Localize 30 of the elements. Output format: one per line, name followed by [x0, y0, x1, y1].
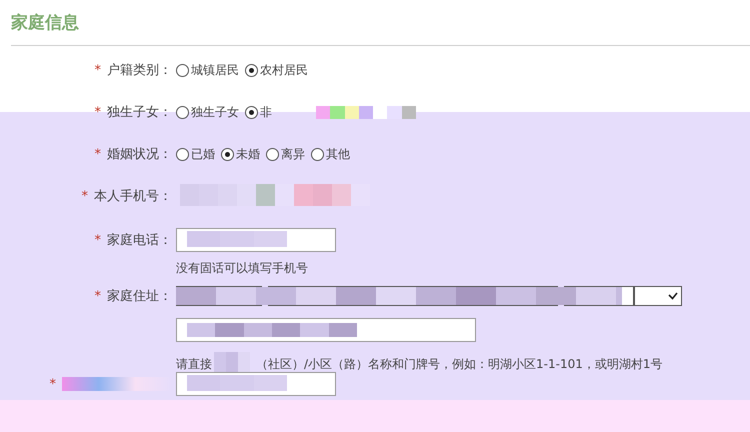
field-label: 家庭电话： — [107, 232, 172, 249]
caret-icon — [668, 292, 678, 300]
hint-text: 没有固话可以填写手机号 — [176, 260, 309, 277]
input-field[interactable] — [176, 372, 336, 396]
required-mark: * — [94, 146, 101, 162]
input-field[interactable] — [176, 228, 336, 252]
hint-text: 请直接 — [176, 356, 212, 372]
field-label: 本人手机号： — [94, 188, 172, 205]
radio-option[interactable]: 独生子女 — [176, 104, 239, 120]
required-mark: * — [94, 288, 101, 304]
required-mark: * — [94, 62, 101, 78]
radio-option[interactable]: 农村居民 — [245, 62, 308, 78]
field-label: 家庭住址： — [107, 288, 172, 305]
radio-option[interactable]: 未婚 — [221, 146, 260, 162]
radio-option[interactable]: 非 — [245, 104, 272, 120]
section-title: 家庭信息 — [10, 12, 80, 35]
required-mark: * — [82, 188, 88, 204]
radio-option[interactable]: 已婚 — [176, 146, 215, 162]
radio-option[interactable]: 其他 — [311, 146, 350, 162]
select-field[interactable] — [634, 286, 682, 306]
radio-option[interactable]: 离异 — [266, 146, 305, 162]
required-mark: * — [50, 376, 56, 392]
input-field[interactable] — [176, 318, 476, 342]
field-label: 婚姻状况： — [107, 146, 172, 163]
hint-text: （社区）/小区（路）名称和门牌号，例如：明湖小区1-1-101，或明湖村1号 — [256, 356, 663, 372]
radio-option[interactable]: 城镇居民 — [176, 62, 239, 78]
required-mark: * — [94, 104, 101, 120]
required-mark: * — [94, 232, 101, 248]
field-label: 户籍类别： — [107, 62, 172, 79]
field-label: 独生子女： — [107, 104, 172, 121]
